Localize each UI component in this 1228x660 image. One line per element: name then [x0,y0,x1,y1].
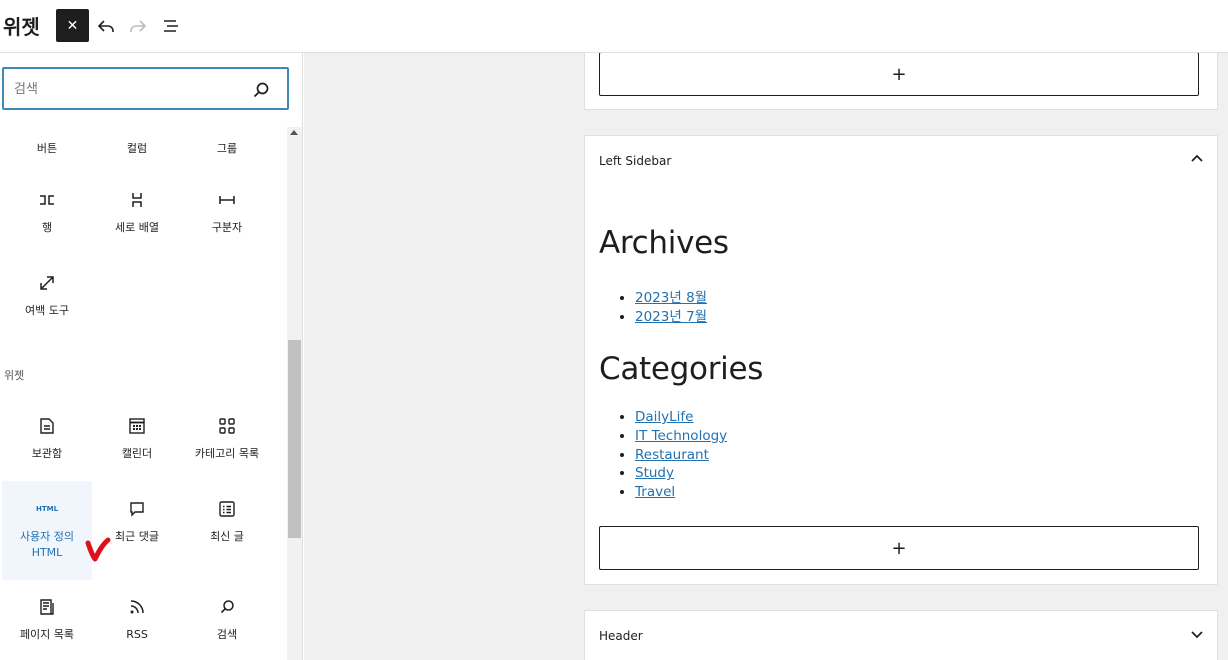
block-separator[interactable]: 구분자 [182,188,272,236]
archive-icon [35,414,59,438]
block-stack[interactable]: 세로 배열 [92,188,182,236]
block-label: 검색 [216,628,238,641]
block-row[interactable]: 행 [2,188,92,236]
widgets-section-title: 위젯 [4,369,25,382]
category-link[interactable]: Restaurant [635,447,709,463]
block-label: 컬럼 [126,142,148,155]
category-link[interactable]: IT Technology [635,428,727,444]
block-inserter-panel: 버튼 컬럼 그룹 행 세로 배열 구분자 여백 도구 위젯 [0,53,303,660]
list-item: 2023년 7월 [635,308,707,327]
list-item: IT Technology [635,427,727,446]
categories-icon [215,414,239,438]
spacer-icon [35,271,59,295]
list-item: Study [635,464,727,483]
block-search[interactable]: 검색 [182,595,272,643]
row-icon [35,188,59,212]
close-icon: ✕ [66,17,79,34]
search-icon[interactable] [251,80,271,100]
block-label: 행 [41,221,53,234]
checkmark-annotation-icon [85,537,111,562]
block-buttons[interactable]: 버튼 [2,141,92,157]
block-label: RSS [126,628,148,641]
block-group[interactable]: 그룹 [182,141,272,157]
list-view-button[interactable] [154,9,187,42]
block-label: 구분자 [211,221,243,234]
separator-icon [215,188,239,212]
block-label: 사용자 정의 HTML [19,530,75,559]
top-toolbar: 위젯 ✕ [0,0,1228,53]
redo-icon [129,19,146,32]
block-categories[interactable]: 카테고리 목록 [182,414,272,462]
add-block-button[interactable]: + [599,526,1199,570]
comment-icon [125,497,149,521]
block-label: 세로 배열 [115,221,159,234]
widget-area-left-sidebar: Left Sidebar Archives 2023년 8월 2023년 7월 … [584,135,1218,585]
archives-heading: Archives [599,225,729,261]
block-custom-html[interactable]: HTML 사용자 정의 HTML [2,481,92,580]
latest-posts-icon [215,497,239,521]
chevron-down-icon[interactable] [1189,626,1205,642]
category-link[interactable]: DailyLife [635,409,694,425]
widget-area-title[interactable]: Header [599,629,643,643]
page-title: 위젯 [3,15,40,39]
block-label: 최근 댓글 [115,530,159,543]
block-spacer[interactable]: 여백 도구 [2,271,92,319]
block-label: 그룹 [216,142,238,155]
archive-link[interactable]: 2023년 7월 [635,309,707,325]
rss-icon [125,595,149,619]
block-page-list[interactable]: 페이지 목록 [2,595,92,643]
block-label: 페이지 목록 [19,628,75,641]
archive-link[interactable]: 2023년 8월 [635,290,707,306]
list-item: Travel [635,483,727,502]
search-input[interactable] [14,79,234,99]
widget-area-title[interactable]: Left Sidebar [599,154,671,168]
html-icon: HTML [35,505,59,513]
stack-icon [125,188,149,212]
search-box[interactable] [2,67,289,110]
list-view-icon [163,19,178,32]
block-rss[interactable]: RSS [92,595,182,643]
block-label: 최신 글 [210,530,244,543]
list-item: Restaurant [635,446,727,465]
block-label: 버튼 [36,142,58,155]
category-link[interactable]: Travel [635,484,675,500]
search-icon [215,595,239,619]
block-label: 여백 도구 [25,304,69,317]
block-columns[interactable]: 컬럼 [92,141,182,157]
widget-area-header: Header [584,610,1218,660]
chevron-up-icon[interactable] [1189,151,1205,167]
category-link[interactable]: Study [635,465,674,481]
list-item: DailyLife [635,408,727,427]
undo-button[interactable] [89,9,122,42]
widget-canvas: + Left Sidebar Archives 2023년 8월 2023년 7… [304,53,1228,660]
add-block-button[interactable]: + [599,53,1199,96]
block-calendar[interactable]: 캘린더 [92,414,182,462]
scrollbar[interactable] [287,127,302,660]
archives-list: 2023년 8월 2023년 7월 [635,289,707,327]
scrollbar-thumb[interactable] [288,340,301,538]
close-inserter-button[interactable]: ✕ [56,9,89,42]
list-item: 2023년 8월 [635,289,707,308]
block-label: 보관함 [31,447,63,460]
block-latest-posts[interactable]: 최신 글 [182,497,272,545]
page-list-icon [35,595,59,619]
categories-heading: Categories [599,351,764,387]
block-label: 카테고리 목록 [194,447,260,460]
undo-icon [97,19,114,32]
block-label: 캘린더 [121,447,153,460]
calendar-icon [125,414,149,438]
widget-area-top: + [584,53,1218,110]
categories-list: DailyLife IT Technology Restaurant Study… [635,408,727,502]
redo-button[interactable] [121,9,154,42]
block-archives[interactable]: 보관함 [2,414,92,462]
scroll-up-arrow-icon[interactable] [290,130,298,135]
